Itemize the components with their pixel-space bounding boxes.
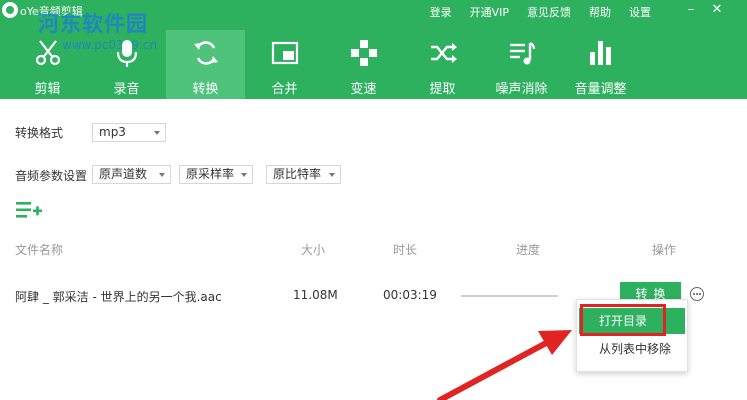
more-options-icon[interactable]	[690, 287, 704, 301]
volume-bars-icon	[590, 41, 611, 65]
bitrate-select[interactable]: 原比特率	[266, 165, 341, 184]
settings-link[interactable]: 设置	[629, 4, 651, 20]
channel-select-value: 原声道数	[99, 167, 148, 181]
chevron-down-icon	[154, 131, 160, 135]
tool-record[interactable]: 录音	[87, 30, 166, 99]
col-header-action: 操作	[652, 243, 677, 257]
file-name: 阿肆 _ 郭采洁 - 世界上的另一个我.aac	[15, 290, 222, 304]
tool-extract-label: 提取	[429, 82, 456, 97]
top-links: 登录 开通VIP 意见反馈 帮助 设置	[430, 4, 651, 20]
samplerate-select-value: 原采样率	[186, 167, 235, 181]
tool-denoise-label: 噪声消除	[495, 82, 548, 97]
audio-params-label: 音频参数设置	[15, 169, 88, 183]
file-duration: 00:03:19	[383, 288, 437, 302]
tool-volume[interactable]: 音量调整	[561, 30, 640, 99]
col-header-name: 文件名称	[15, 243, 64, 257]
format-select-value: mp3	[99, 125, 126, 139]
channel-select[interactable]: 原声道数	[92, 165, 171, 184]
login-link[interactable]: 登录	[430, 4, 452, 20]
tool-volume-label: 音量调整	[574, 82, 627, 97]
bitrate-select-value: 原比特率	[273, 167, 322, 181]
tool-convert[interactable]: 转换	[166, 30, 245, 99]
add-list-icon[interactable]	[15, 200, 43, 220]
annotation-highlight-box	[580, 304, 666, 336]
col-header-duration: 时长	[393, 243, 418, 257]
main-toolbar: 剪辑 录音 转换 合并 变速 提取 噪声消除 音量调整	[8, 30, 640, 99]
tool-denoise[interactable]: 噪声消除	[482, 30, 561, 99]
merge-icon	[271, 41, 299, 65]
tool-merge-label: 合并	[271, 82, 298, 97]
tool-merge[interactable]: 合并	[245, 30, 324, 99]
feedback-link[interactable]: 意见反馈	[527, 4, 571, 20]
app-logo-icon	[2, 2, 18, 18]
samplerate-select[interactable]: 原采样率	[179, 165, 253, 184]
chevron-down-icon	[159, 173, 165, 177]
tool-speed-label: 变速	[350, 82, 377, 97]
tool-speed[interactable]: 变速	[324, 30, 403, 99]
help-link[interactable]: 帮助	[589, 4, 611, 20]
format-select[interactable]: mp3	[92, 123, 166, 142]
close-icon[interactable]: ✕	[708, 2, 726, 18]
progress-bar	[461, 295, 558, 297]
app-header: oYe音频剪辑 登录 开通VIP 意见反馈 帮助 设置 – ✕ 河东软件园 ww…	[0, 0, 747, 99]
shuffle-icon	[431, 43, 457, 63]
microphone-icon	[116, 40, 138, 67]
noise-icon	[510, 42, 536, 65]
chevron-down-icon	[329, 173, 335, 177]
speed-icon	[351, 40, 377, 66]
minimize-icon[interactable]: –	[682, 2, 700, 18]
scissors-icon	[35, 40, 61, 66]
vip-link[interactable]: 开通VIP	[470, 4, 509, 20]
tool-convert-label: 转换	[192, 82, 219, 97]
tool-extract[interactable]: 提取	[403, 30, 482, 99]
chevron-down-icon	[241, 173, 247, 177]
tool-cut-label: 剪辑	[34, 82, 61, 97]
menu-item-remove-from-list[interactable]: 从列表中移除	[579, 336, 685, 362]
col-header-progress: 进度	[516, 243, 541, 257]
col-header-size: 大小	[301, 243, 326, 257]
tool-cut[interactable]: 剪辑	[8, 30, 87, 99]
format-label: 转换格式	[15, 126, 64, 140]
tool-record-label: 录音	[113, 82, 140, 97]
file-size: 11.08M	[293, 288, 338, 302]
convert-icon	[194, 41, 218, 65]
